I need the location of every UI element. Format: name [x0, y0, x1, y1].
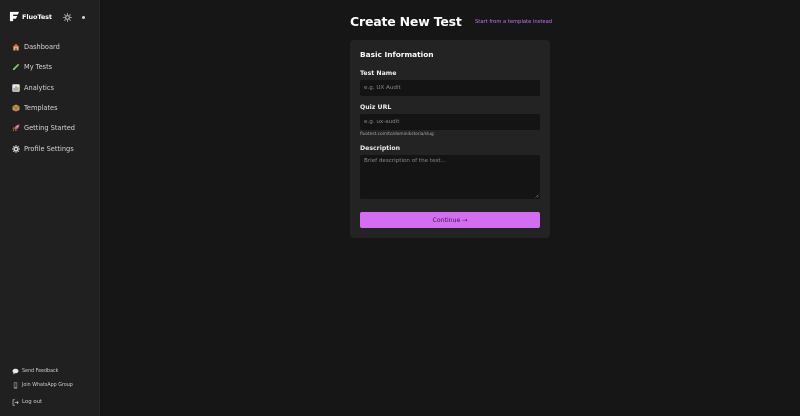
- quiz-url-label: Quiz URL: [360, 104, 392, 111]
- quiz-url-input[interactable]: [360, 114, 540, 130]
- sidebar-item-label: Analytics: [24, 83, 54, 92]
- sidebar-item-my-tests[interactable]: My Tests: [0, 57, 99, 77]
- sidebar-item-dashboard[interactable]: Dashboard: [0, 37, 99, 57]
- speech-bubble-icon: [12, 368, 19, 374]
- rocket-icon: [12, 124, 20, 132]
- brand[interactable]: FluoTest: [9, 11, 52, 22]
- sidebar-item-label: My Tests: [24, 63, 53, 72]
- page-title: Create New Test: [350, 14, 462, 29]
- house-icon: [12, 43, 20, 51]
- sun-icon[interactable]: [63, 13, 72, 22]
- pencil-icon: [13, 64, 20, 71]
- resize-grip-icon[interactable]: [535, 194, 539, 198]
- logout-label: Log out: [22, 399, 43, 405]
- start-from-template-link[interactable]: Start from a template instead: [475, 19, 552, 25]
- basic-information-card: Basic Information Test Name Quiz URL flu…: [350, 40, 550, 238]
- test-name-input[interactable]: [360, 80, 540, 96]
- sidebar: FluoTest Dashboard My Tests Analytics Te…: [0, 0, 100, 416]
- join-whatsapp-link[interactable]: Join WhatsApp Group: [0, 378, 99, 392]
- sidebar-item-label: Getting Started: [24, 124, 75, 133]
- join-whatsapp-label: Join WhatsApp Group: [22, 382, 73, 388]
- sidebar-item-getting-started[interactable]: Getting Started: [0, 118, 99, 138]
- phone-icon: [13, 381, 18, 389]
- test-name-label: Test Name: [360, 70, 397, 77]
- section-title: Basic Information: [360, 50, 434, 59]
- send-feedback-link[interactable]: Send Feedback: [0, 364, 99, 378]
- bar-chart-icon: [12, 84, 20, 92]
- gear-icon: [12, 144, 20, 153]
- fluotest-logo-icon: [9, 11, 20, 22]
- package-icon: [12, 104, 20, 112]
- sidebar-item-label: Dashboard: [24, 43, 60, 52]
- dark-mode-dot-icon[interactable]: [82, 16, 85, 19]
- send-feedback-label: Send Feedback: [22, 368, 59, 374]
- sidebar-item-analytics[interactable]: Analytics: [0, 78, 99, 98]
- sidebar-item-profile-settings[interactable]: Profile Settings: [0, 138, 99, 158]
- sidebar-item-label: Templates: [24, 104, 58, 113]
- logout-link[interactable]: Log out: [0, 395, 99, 409]
- sidebar-footer: Send Feedback Join WhatsApp Group Log ou…: [0, 364, 99, 409]
- logout-icon: [12, 398, 19, 406]
- description-textarea[interactable]: [360, 155, 540, 199]
- quiz-url-hint: fluotest.com/to/dominikstoria/slug: [360, 132, 434, 137]
- continue-button[interactable]: Continue →: [360, 212, 540, 228]
- description-label: Description: [360, 145, 401, 152]
- sidebar-nav: Dashboard My Tests Analytics Templates G…: [0, 37, 99, 159]
- brand-name: FluoTest: [22, 12, 52, 21]
- sidebar-item-label: Profile Settings: [24, 144, 74, 153]
- sidebar-item-templates[interactable]: Templates: [0, 98, 99, 118]
